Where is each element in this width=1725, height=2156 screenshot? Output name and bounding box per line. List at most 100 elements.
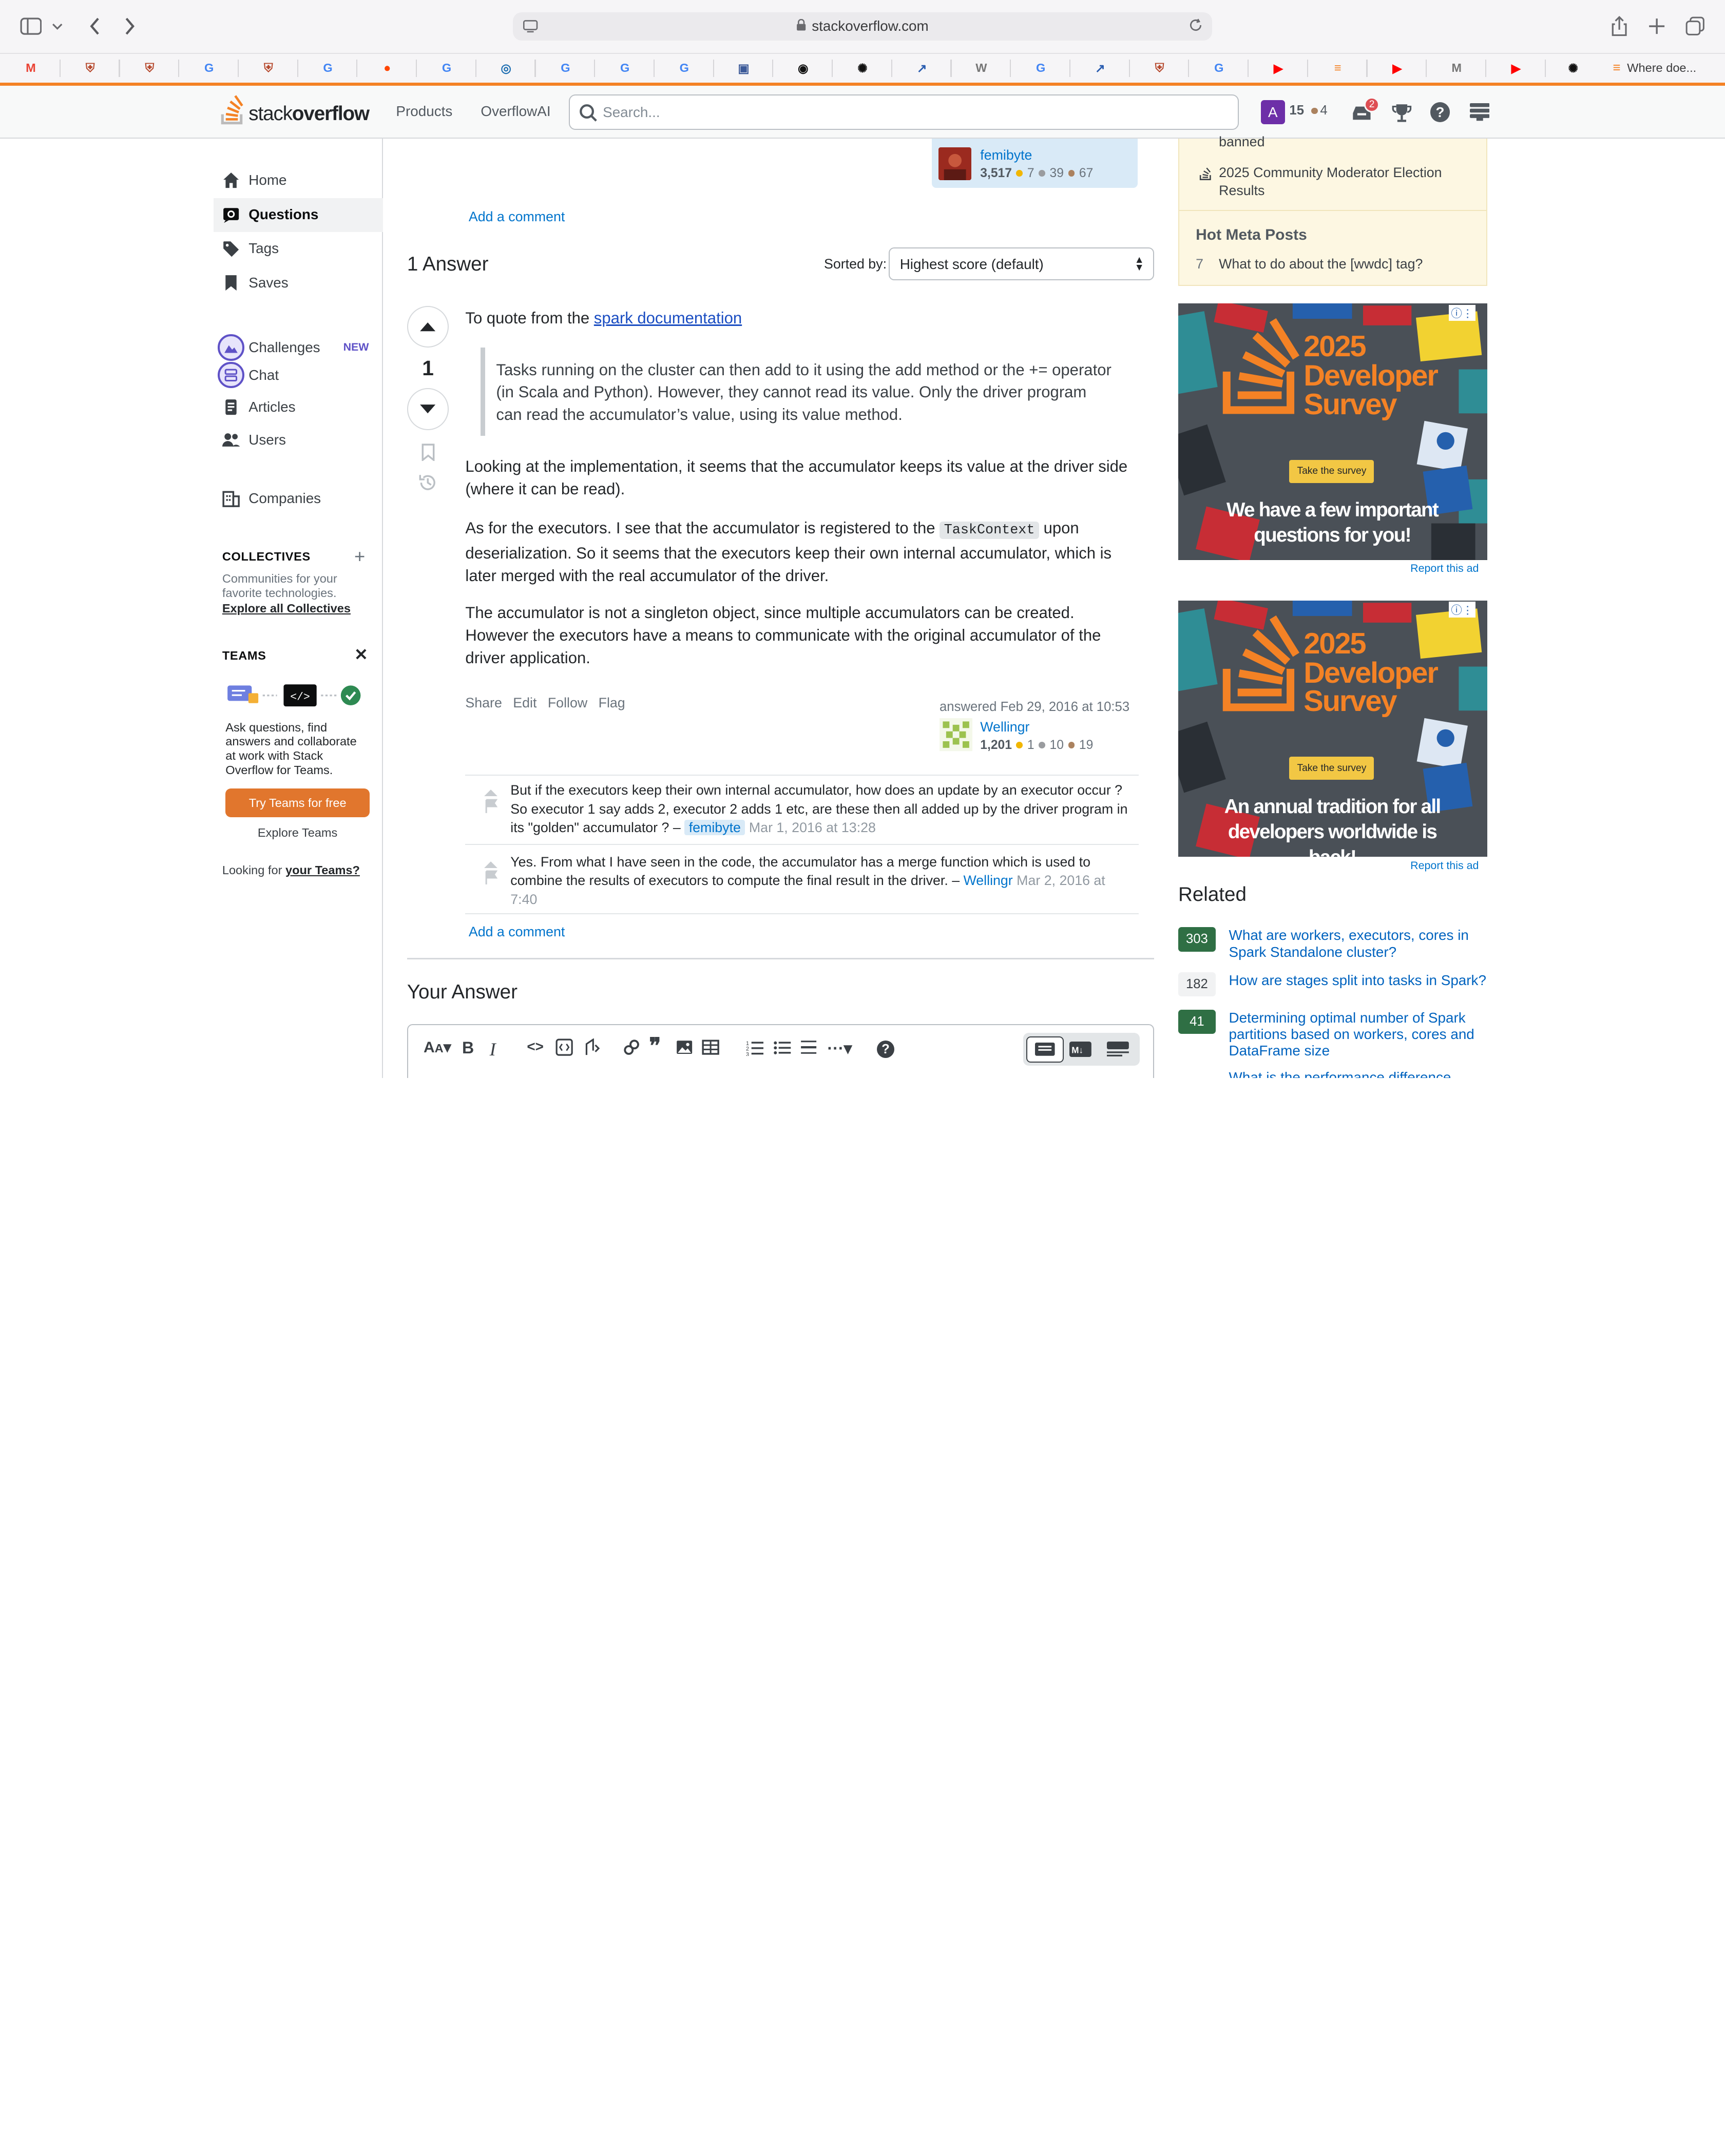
avatar[interactable]: A	[1260, 100, 1285, 125]
back-icon[interactable]	[82, 13, 108, 40]
bullet-list-icon[interactable]	[773, 1038, 791, 1060]
shield-icon[interactable]: ⛨	[82, 60, 99, 77]
related-question-link[interactable]: What are workers, executors, cores in Sp…	[1229, 927, 1498, 960]
stackoverflow-icon[interactable]: ≡	[1329, 60, 1347, 77]
close-icon[interactable]: ✕	[354, 645, 368, 664]
sidebar-item-tags[interactable]: Tags	[222, 240, 279, 257]
google-icon[interactable]: G	[616, 60, 634, 77]
openai-icon[interactable]: ✺	[1564, 60, 1582, 77]
explore-collectives-link[interactable]: Explore all Collectives	[222, 602, 351, 615]
tab-overview-icon[interactable]	[1682, 13, 1708, 40]
related-item[interactable]: 303 What are workers, executors, cores in…	[1178, 927, 1497, 960]
asker-name[interactable]: femibyte	[980, 147, 1032, 163]
gmail-icon[interactable]: M	[22, 60, 40, 77]
sidebar-item-election[interactable]: 2025 Community Moderator Election Result…	[1219, 164, 1472, 199]
comment-user[interactable]: femibyte	[684, 820, 745, 836]
google-icon[interactable]: G	[557, 60, 574, 77]
share-link[interactable]: Share	[465, 695, 502, 711]
flag-link[interactable]: Flag	[599, 695, 625, 711]
openai-icon[interactable]: ✺	[854, 60, 871, 77]
page-settings-icon[interactable]	[522, 17, 539, 38]
sidebar-item-home[interactable]: Home	[222, 171, 287, 189]
trend-icon[interactable]: ↗	[1091, 60, 1109, 77]
reddit-icon[interactable]: ●	[378, 60, 396, 77]
your-teams-link[interactable]: your Teams?	[285, 863, 360, 877]
code-icon[interactable]: <>	[527, 1038, 544, 1055]
related-item[interactable]: What is the performance difference	[1178, 1069, 1497, 1078]
nav-products[interactable]: Products	[396, 103, 452, 120]
explore-teams-link[interactable]: Explore Teams	[225, 826, 370, 840]
achievements-icon[interactable]	[1391, 102, 1413, 129]
related-item[interactable]: 182 How are stages split into tasks in Sp…	[1178, 972, 1497, 997]
youtube-icon[interactable]: ▶	[1270, 60, 1287, 77]
markdown-mode-icon[interactable]: M↓	[1069, 1042, 1091, 1062]
google-icon[interactable]: G	[1210, 60, 1228, 77]
report-ad-link[interactable]: Report this ad	[1410, 562, 1479, 575]
question-add-comment[interactable]: Add a comment	[469, 209, 565, 225]
google-icon[interactable]: G	[319, 60, 336, 77]
medium-icon[interactable]: M	[1448, 60, 1465, 77]
save-bookmark-icon[interactable]	[420, 443, 436, 466]
trend-icon[interactable]: ↗	[913, 60, 931, 77]
google-icon[interactable]: G	[1032, 60, 1049, 77]
numbered-list-icon[interactable]: 123	[746, 1038, 764, 1060]
table-icon[interactable]	[702, 1038, 719, 1060]
link-icon[interactable]: ◎	[497, 60, 515, 77]
help-icon[interactable]: ?	[1430, 102, 1450, 122]
preview-mode-icon[interactable]	[1106, 1042, 1129, 1062]
youtube-icon[interactable]: ▶	[1507, 60, 1525, 77]
rich-text-mode-icon[interactable]	[1026, 1036, 1064, 1063]
sidebar-item-users[interactable]: Users	[222, 431, 286, 449]
report-ad-link[interactable]: Report this ad	[1410, 859, 1479, 872]
answerer-avatar[interactable]	[940, 718, 973, 752]
ad-developer-survey-2[interactable]: 2025 Developer Survey Take the survey An…	[1178, 601, 1488, 857]
sort-select[interactable]: Highest score (default) ▲ ▼	[889, 247, 1154, 281]
italic-icon[interactable]: I	[490, 1038, 496, 1060]
horizontal-rule-icon[interactable]	[800, 1038, 817, 1060]
downvote-button[interactable]	[407, 388, 449, 430]
related-question-link[interactable]: How are stages split into tasks in Spark…	[1229, 972, 1486, 996]
quote-icon[interactable]: ❞	[649, 1035, 661, 1057]
shield-icon[interactable]: ⛨	[260, 60, 277, 77]
history-icon[interactable]	[418, 473, 438, 497]
youtube-icon[interactable]: ▶	[1388, 60, 1406, 77]
shield-icon[interactable]: ⛨	[1151, 60, 1168, 77]
search-input[interactable]: Search...	[568, 94, 1239, 130]
link-icon[interactable]	[623, 1038, 640, 1060]
ad-take-survey-button[interactable]: Take the survey	[1289, 757, 1374, 780]
sidebar-item-companies[interactable]: Companies	[222, 490, 321, 507]
forward-icon[interactable]	[117, 13, 143, 40]
ad-info-icon[interactable]: ⓘ⋮	[1449, 304, 1475, 321]
sidebar-item-banned[interactable]: banned	[1219, 134, 1264, 150]
code-block-icon[interactable]	[555, 1038, 573, 1060]
shield-icon[interactable]: ⛨	[141, 60, 158, 77]
reload-icon[interactable]	[1188, 17, 1203, 36]
github-icon[interactable]: ◉	[794, 60, 812, 77]
sidebar-toggle-icon[interactable]	[17, 13, 44, 40]
google-icon[interactable]: G	[676, 60, 693, 77]
new-tab-icon[interactable]	[1643, 13, 1670, 40]
comment-date[interactable]: Mar 1, 2016 at 13:28	[749, 820, 876, 835]
text-size-icon[interactable]: AA▾	[424, 1038, 451, 1056]
chevron-down-icon[interactable]	[48, 13, 66, 40]
site-switcher-icon[interactable]	[1469, 103, 1490, 125]
answer-add-comment[interactable]: Add a comment	[469, 924, 565, 940]
google-icon[interactable]: G	[438, 60, 455, 77]
image-icon[interactable]: ▣	[735, 60, 752, 77]
ad-developer-survey-1[interactable]: 2025 Developer Survey Take the survey We…	[1178, 303, 1488, 560]
related-question-link[interactable]: Determining optimal number of Spark part…	[1229, 1010, 1498, 1059]
sidebar-item-questions[interactable]: Questions	[222, 206, 318, 223]
comment-flag-icon[interactable]	[485, 870, 499, 890]
inbox-icon[interactable]: 2	[1351, 97, 1380, 123]
sidebar-item-chat[interactable]: Chat	[218, 362, 279, 389]
image-icon[interactable]	[676, 1038, 693, 1060]
bold-icon[interactable]: B	[462, 1038, 474, 1057]
share-icon[interactable]	[1606, 13, 1633, 40]
follow-link[interactable]: Follow	[548, 695, 587, 711]
related-question-link[interactable]: What is the performance difference	[1229, 1069, 1451, 1078]
wiki-icon[interactable]: W	[972, 60, 990, 77]
sidebar-item-challenges[interactable]: Challenges	[218, 334, 320, 361]
tab-where-does[interactable]: ≡ Where doe...	[1613, 57, 1725, 79]
add-collective-icon[interactable]: +	[354, 546, 365, 567]
address-bar[interactable]: stackoverflow.com	[512, 12, 1213, 41]
